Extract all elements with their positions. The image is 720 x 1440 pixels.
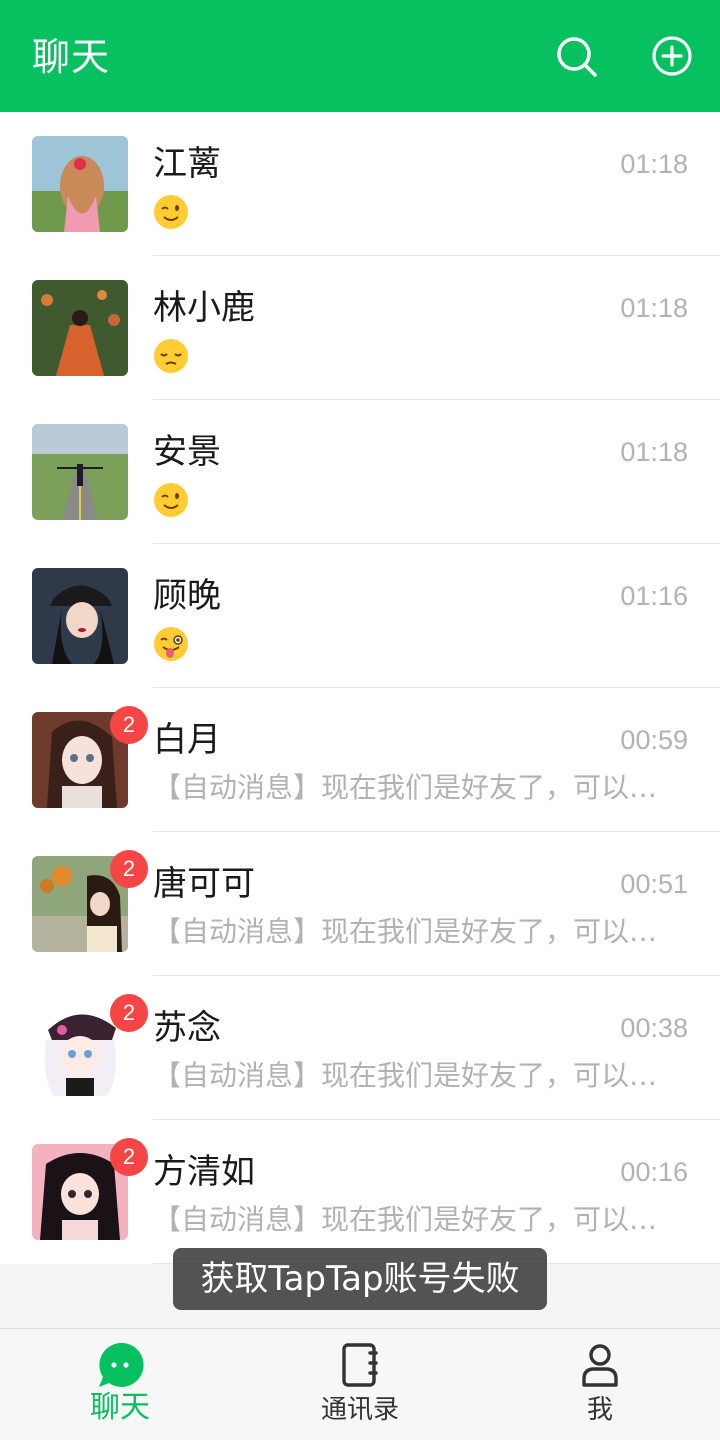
contact-name: 方清如 [153,1152,255,1192]
winking-face-icon [153,482,189,518]
tab-contacts[interactable]: 通讯录 [240,1329,480,1440]
winking-face-icon [153,194,189,230]
avatar [32,568,128,664]
search-icon [557,37,597,77]
message-preview: 【自动消息】现在我们是好友了，可以开始聊天了 [153,1059,658,1092]
contact-name: 唐可可 [153,864,255,904]
message-preview: 【自动消息】现在我们是好友了，可以开始聊天了 [153,771,658,804]
chat-list-item[interactable]: 安景 01:18 [0,400,720,544]
contact-name: 安景 [153,432,221,472]
toast-message: 获取TapTap账号失败 [173,1248,547,1310]
tab-label: 聊天 [90,1390,150,1425]
plus-circle-icon [652,36,692,76]
avatar-image [32,136,128,232]
person-icon [576,1341,624,1389]
message-time: 00:16 [620,1157,688,1187]
bottom-tab-bar: 聊天 通讯录 我 [0,1328,720,1440]
tab-chats[interactable]: 聊天 [0,1329,240,1440]
contact-name: 林小鹿 [153,288,255,328]
message-time: 00:51 [620,869,688,899]
message-time: 01:18 [620,293,688,323]
chat-list-item[interactable]: 顾晚 01:16 [0,544,720,688]
contact-name: 江蓠 [153,144,221,184]
avatar [32,136,128,232]
contact-name: 苏念 [153,1008,221,1048]
avatar-image [32,568,128,664]
chat-list-item[interactable]: 2 唐可可 00:51 【自动消息】现在我们是好友了，可以开始聊天了 [0,832,720,976]
message-time: 00:38 [620,1013,688,1043]
avatar [32,424,128,520]
contact-name: 白月 [153,720,221,760]
chat-list-item[interactable]: 江蓠 01:18 [0,112,720,256]
avatar-image [32,280,128,376]
avatar-image [32,424,128,520]
tab-label: 我 [586,1395,613,1425]
message-time: 01:18 [620,437,688,467]
message-time: 01:18 [620,149,688,179]
top-app-bar: 聊天 [0,0,720,112]
page-title: 聊天 [32,35,111,79]
unread-badge: 2 [110,994,148,1032]
message-time: 00:59 [620,725,688,755]
chat-bubble-icon [96,1341,144,1389]
chat-list-item[interactable]: 2 白月 00:59 【自动消息】现在我们是好友了，可以开始聊天了 [0,688,720,832]
tab-me[interactable]: 我 [480,1329,720,1440]
chat-list: 江蓠 01:18 林小鹿 01:18 安景 01:18 顾晚 01:16 2 白… [0,112,720,1264]
chat-list-item[interactable]: 2 苏念 00:38 【自动消息】现在我们是好友了，可以开始聊天了 [0,976,720,1120]
unread-badge: 2 [110,850,148,888]
chat-list-item[interactable]: 林小鹿 01:18 [0,256,720,400]
tab-label: 通讯录 [320,1395,399,1425]
message-preview: 【自动消息】现在我们是好友了，可以开始聊天了 [153,1203,658,1236]
chat-list-item[interactable]: 2 方清如 00:16 【自动消息】现在我们是好友了，可以开始聊天了 [0,1120,720,1264]
add-button[interactable] [650,34,694,78]
winking-tongue-face-icon [153,626,189,662]
message-time: 01:16 [620,581,688,611]
unread-badge: 2 [110,706,148,744]
search-button[interactable] [554,34,598,78]
contact-name: 顾晚 [153,576,221,616]
contacts-book-icon [336,1341,384,1389]
message-preview: 【自动消息】现在我们是好友了，可以开始聊天了 [153,915,658,948]
avatar [32,280,128,376]
pensive-face-icon [153,338,189,374]
unread-badge: 2 [110,1138,148,1176]
